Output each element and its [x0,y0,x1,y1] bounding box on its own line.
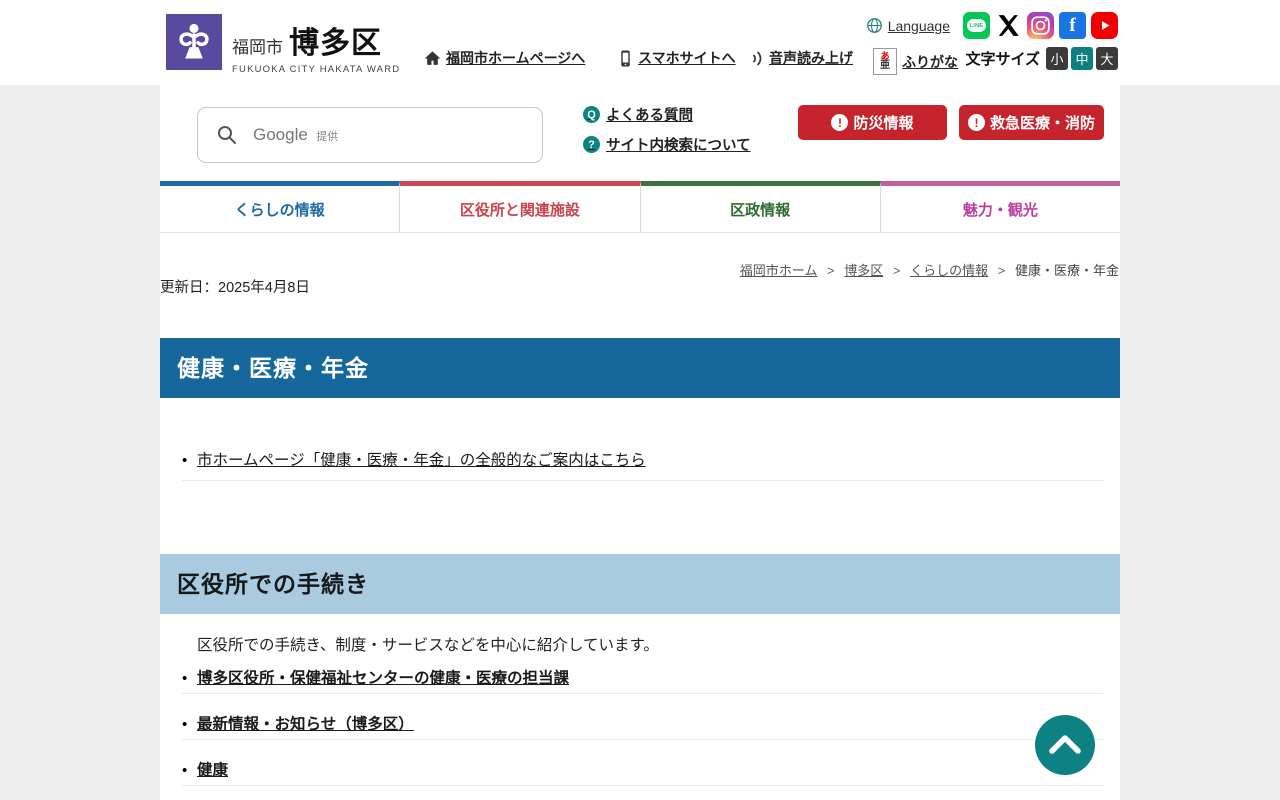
faq-links: Q よくある質問 ? サイト内検索について [583,104,751,164]
bullet-icon: • [182,762,188,779]
breadcrumb-separator: > [997,263,1006,278]
health-medical-department-link[interactable]: 博多区役所・保健福祉センターの健康・医療の担当課 [197,669,569,688]
breadcrumb-living-info[interactable]: くらしの情報 [910,263,988,278]
breadcrumb-separator: > [827,263,835,278]
updated-date: 更新日：2025年4月8日 [160,280,310,296]
furigana-label: ふりがな [902,53,958,70]
hakata-ward-emblem-icon [166,14,222,70]
tab-ward-office-facilities[interactable]: 区役所と関連施設 [400,181,641,232]
mobile-site-label: スマホサイトへ [638,50,736,66]
page-column: Google 提供 Q よくある質問 ? サイト内検索について ! 防災情報 !… [160,85,1120,800]
faq-link[interactable]: Q よくある質問 [583,104,751,125]
tab-living-info[interactable]: くらしの情報 [160,181,401,232]
text-to-speech-label: 音声読み上げ [769,50,853,66]
bullet-icon: • [182,452,188,469]
tab-attractions-tourism[interactable]: 魅力・観光 [880,181,1120,232]
site-search-info-label: サイト内検索について [606,138,751,154]
list-item: • 健康 [182,749,1103,786]
font-size-small-button[interactable]: 小 [1046,47,1068,70]
language-social-row: Language LINE f [866,12,1118,39]
section-description: 区役所での手続き、制度・サービスなどを中心に紹介しています。 [197,637,659,654]
x-twitter-icon[interactable] [995,12,1022,39]
general-guide-link[interactable]: 市ホームページ「健康・医療・年金」の全般的なご案内はこちら [197,451,646,470]
city-homepage-label: 福岡市ホームページへ [446,50,586,66]
search-placeholder: Google 提供 [253,125,339,144]
faq-label: よくある質問 [606,108,693,124]
emergency-medical-button[interactable]: ! 救急医療・消防 [959,105,1104,140]
line-icon[interactable]: LINE [963,12,990,39]
furigana-link[interactable]: あ 亜 ふりがな [873,48,958,75]
search-input[interactable]: Google 提供 [197,107,543,163]
font-size-large-button[interactable]: 大 [1096,47,1118,70]
main-navigation: くらしの情報 区役所と関連施設 区政情報 魅力・観光 [160,181,1120,233]
bullet-icon: • [182,670,188,687]
header-inner: 福岡市 博多区 FUKUOKA CITY HAKATA WARD Languag… [160,0,1120,85]
list-item: • 市ホームページ「健康・医療・年金」の全般的なご案内はこちら [182,451,1103,481]
health-link[interactable]: 健康 [197,761,228,780]
font-size-label: 文字サイズ [965,51,1040,68]
sound-waves-icon [753,51,762,65]
logo-city-label: 福岡市 [232,38,283,57]
general-guide-list: • 市ホームページ「健康・医療・年金」の全般的なご案内はこちら [182,398,1103,481]
search-icon [218,126,236,144]
breadcrumb-current-page: 健康・医療・年金 [1014,263,1119,278]
latest-news-link[interactable]: 最新情報・お知らせ（博多区） [197,715,414,734]
section-title: 区役所での手続き [160,554,1120,614]
tab-ward-government-info[interactable]: 区政情報 [640,181,881,232]
site-logo[interactable]: 福岡市 博多区 FUKUOKA CITY HAKATA WARD [166,14,400,75]
facebook-icon[interactable]: f [1059,12,1086,39]
logo-ward-label: 博多区 [289,27,382,60]
logo-subtitle: FUKUOKA CITY HAKATA WARD [232,64,401,75]
scroll-to-top-button[interactable] [1035,715,1095,775]
header: 福岡市 博多区 FUKUOKA CITY HAKATA WARD Languag… [0,0,1280,85]
language-link[interactable]: Language [866,17,950,34]
breadcrumb-hakata-ward[interactable]: 博多区 [844,263,883,278]
page-title: 健康・医療・年金 [160,338,1120,398]
font-size-medium-button[interactable]: 中 [1071,47,1093,70]
furigana-icon: あ 亜 [873,48,897,75]
question-circle-icon: ? [583,136,600,153]
breadcrumb-separator: > [892,263,901,278]
smartphone-icon [621,50,630,66]
globe-icon [866,18,882,33]
chevron-up-icon [1049,735,1081,754]
youtube-icon[interactable] [1091,12,1118,39]
list-item: • 博多区役所・保健福祉センターの健康・医療の担当課 [182,657,1103,694]
logo-text: 福岡市 博多区 FUKUOKA CITY HAKATA WARD [232,14,400,75]
emergency-buttons: ! 防災情報 ! 救急医療・消防 [798,105,1104,140]
search-row: Google 提供 Q よくある質問 ? サイト内検索について ! 防災情報 !… [160,85,1120,181]
home-icon [424,50,441,65]
bullet-icon: • [182,716,188,733]
exclamation-icon: ! [831,114,849,131]
instagram-icon[interactable] [1027,12,1054,39]
exclamation-icon: ! [967,114,985,131]
language-label: Language [887,17,950,34]
city-homepage-link[interactable]: 福岡市ホームページへ [424,48,585,68]
site-search-info-link[interactable]: ? サイト内検索について [583,134,751,155]
font-size-control: 文字サイズ 小 中 大 [965,47,1118,70]
q-circle-icon: Q [583,106,600,123]
breadcrumb: 福岡市ホーム > 博多区 > くらしの情報 > 健康・医療・年金 [160,233,1120,278]
text-to-speech-link[interactable]: 音声読み上げ [750,48,853,68]
disaster-info-button[interactable]: ! 防災情報 [798,105,947,140]
procedure-links-list: • 博多区役所・保健福祉センターの健康・医療の担当課 • 最新情報・お知らせ（博… [182,657,1103,786]
mobile-site-link[interactable]: スマホサイトへ [618,48,736,68]
list-item: • 最新情報・お知らせ（博多区） [182,703,1103,740]
breadcrumb-city-home[interactable]: 福岡市ホーム [740,263,818,278]
social-icons: LINE f [963,12,1118,39]
